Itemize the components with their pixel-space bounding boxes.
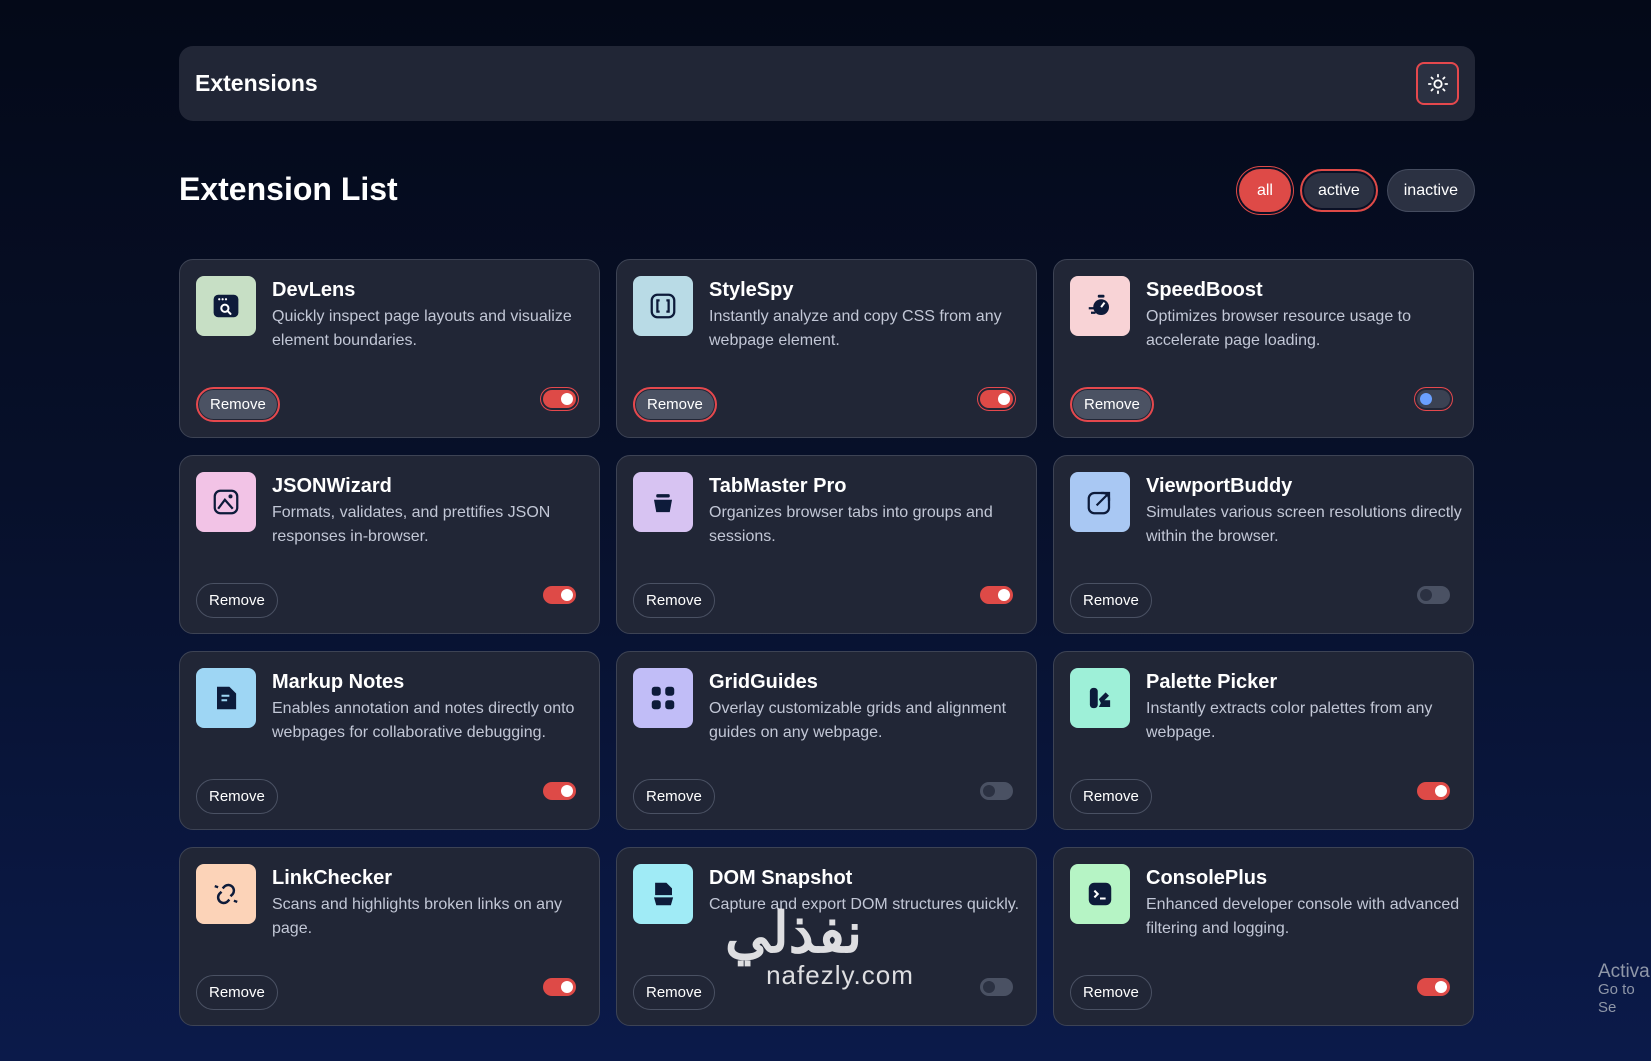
extension-name: SpeedBoost bbox=[1146, 279, 1263, 301]
extension-name: DevLens bbox=[272, 279, 356, 301]
sun-icon bbox=[1427, 73, 1448, 94]
toggle-knob bbox=[983, 981, 995, 993]
remove-button[interactable]: Remove bbox=[196, 583, 278, 618]
tabmaster-icon bbox=[633, 472, 693, 532]
extension-name: Markup Notes bbox=[272, 671, 405, 693]
filter-active-button[interactable]: active bbox=[1299, 169, 1378, 212]
toggle-knob bbox=[1435, 785, 1447, 797]
os-activation-line2: Go to Se bbox=[1598, 981, 1635, 1016]
extension-description: Enables annotation and notes directly on… bbox=[272, 700, 575, 741]
active-toggle[interactable] bbox=[1417, 782, 1450, 800]
remove-button[interactable]: Remove bbox=[1070, 387, 1154, 422]
toggle-knob bbox=[1420, 589, 1432, 601]
remove-button[interactable]: Remove bbox=[633, 779, 715, 814]
toggle-knob bbox=[561, 589, 573, 601]
extension-name: GridGuides bbox=[709, 671, 818, 693]
extension-card: SpeedBoost Optimizes browser resource usa… bbox=[1053, 259, 1474, 438]
extension-card: JSONWizard Formats, validates, and pretti… bbox=[179, 455, 600, 634]
active-toggle[interactable] bbox=[543, 390, 576, 408]
extension-description: Instantly extracts color palettes from a… bbox=[1146, 700, 1433, 741]
remove-button[interactable]: Remove bbox=[633, 975, 715, 1010]
active-toggle[interactable] bbox=[543, 978, 576, 996]
extension-description: Organizes browser tabs into groups and s… bbox=[709, 504, 993, 545]
toggle-knob bbox=[1420, 393, 1432, 405]
extension-card: GridGuides Overlay customizable grids and… bbox=[616, 651, 1037, 830]
domsnapshot-icon bbox=[633, 864, 693, 924]
devlens-icon bbox=[196, 276, 256, 336]
extension-card: ConsolePlus Enhanced developer console wi… bbox=[1053, 847, 1474, 1026]
active-toggle[interactable] bbox=[980, 978, 1013, 996]
toggle-knob bbox=[983, 785, 995, 797]
extension-description: Simulates various screen resolutions dir… bbox=[1146, 504, 1462, 545]
speedboost-icon bbox=[1070, 276, 1130, 336]
page-title: Extension List bbox=[179, 171, 398, 207]
active-toggle[interactable] bbox=[1417, 390, 1450, 408]
toggle-knob bbox=[561, 981, 573, 993]
toggle-knob bbox=[1435, 981, 1447, 993]
extension-description: Quickly inspect page layouts and visuali… bbox=[272, 308, 572, 349]
remove-button[interactable]: Remove bbox=[1070, 583, 1152, 618]
remove-button[interactable]: Remove bbox=[633, 583, 715, 618]
toggle-knob bbox=[561, 393, 573, 405]
extension-description: Instantly analyze and copy CSS from any … bbox=[709, 308, 1002, 349]
toggle-knob bbox=[998, 589, 1010, 601]
extension-card: DevLens Quickly inspect page layouts and … bbox=[179, 259, 600, 438]
active-toggle[interactable] bbox=[980, 586, 1013, 604]
consoleplus-icon bbox=[1070, 864, 1130, 924]
extension-name: StyleSpy bbox=[709, 279, 794, 301]
linkchecker-icon bbox=[196, 864, 256, 924]
filter-group: all active inactive bbox=[1238, 169, 1475, 212]
extension-name: LinkChecker bbox=[272, 867, 393, 889]
filter-inactive-button[interactable]: inactive bbox=[1386, 169, 1475, 212]
extension-card: Markup Notes Enables annotation and notes… bbox=[179, 651, 600, 830]
extension-card: TabMaster Pro Organizes browser tabs into… bbox=[616, 455, 1037, 634]
remove-button[interactable]: Remove bbox=[1070, 779, 1152, 814]
extension-card: ViewportBuddy Simulates various screen re… bbox=[1053, 455, 1474, 634]
os-activation-line1: Activa bbox=[1598, 961, 1650, 982]
remove-button[interactable]: Remove bbox=[1070, 975, 1152, 1010]
extension-name: DOM Snapshot bbox=[709, 867, 853, 889]
gridguides-icon bbox=[633, 668, 693, 728]
app-title: Extensions bbox=[195, 70, 318, 96]
extension-description: Formats, validates, and prettifies JSON … bbox=[272, 504, 551, 545]
extension-name: ViewportBuddy bbox=[1146, 475, 1293, 497]
extension-name: ConsolePlus bbox=[1146, 867, 1268, 889]
active-toggle[interactable] bbox=[980, 390, 1013, 408]
toggle-knob bbox=[998, 393, 1010, 405]
header-bar: Extensions bbox=[179, 46, 1475, 121]
active-toggle[interactable] bbox=[543, 782, 576, 800]
remove-button[interactable]: Remove bbox=[196, 779, 278, 814]
theme-toggle-button[interactable] bbox=[1416, 62, 1459, 105]
extension-card: Palette Picker Instantly extracts color p… bbox=[1053, 651, 1474, 830]
os-activation-overlay: Activa Go to Se bbox=[1598, 961, 1651, 1017]
remove-button[interactable]: Remove bbox=[196, 387, 280, 422]
viewportbuddy-icon bbox=[1070, 472, 1130, 532]
remove-button[interactable]: Remove bbox=[633, 387, 717, 422]
active-toggle[interactable] bbox=[980, 782, 1013, 800]
active-toggle[interactable] bbox=[1417, 978, 1450, 996]
extension-description: Optimizes browser resource usage to acce… bbox=[1146, 308, 1411, 349]
remove-button[interactable]: Remove bbox=[196, 975, 278, 1010]
stylespy-icon bbox=[633, 276, 693, 336]
extension-name: JSONWizard bbox=[272, 475, 392, 497]
toggle-knob bbox=[561, 785, 573, 797]
watermark-url: nafezly.com bbox=[766, 960, 914, 990]
jsonwizard-icon bbox=[196, 472, 256, 532]
extension-card: LinkChecker Scans and highlights broken l… bbox=[179, 847, 600, 1026]
extension-description: Enhanced developer console with advanced… bbox=[1146, 896, 1460, 937]
active-toggle[interactable] bbox=[1417, 586, 1450, 604]
filter-all-button[interactable]: all bbox=[1238, 169, 1291, 212]
markupnotes-icon bbox=[196, 668, 256, 728]
watermark-arabic: نفذلي bbox=[725, 901, 863, 964]
extension-name: Palette Picker bbox=[1146, 671, 1278, 693]
extension-card: StyleSpy Instantly analyze and copy CSS f… bbox=[616, 259, 1037, 438]
extension-description: Overlay customizable grids and alignment… bbox=[709, 700, 1007, 741]
palettepicker-icon bbox=[1070, 668, 1130, 728]
extension-name: TabMaster Pro bbox=[709, 475, 847, 497]
active-toggle[interactable] bbox=[543, 586, 576, 604]
extension-description: Scans and highlights broken links on any… bbox=[272, 896, 562, 937]
